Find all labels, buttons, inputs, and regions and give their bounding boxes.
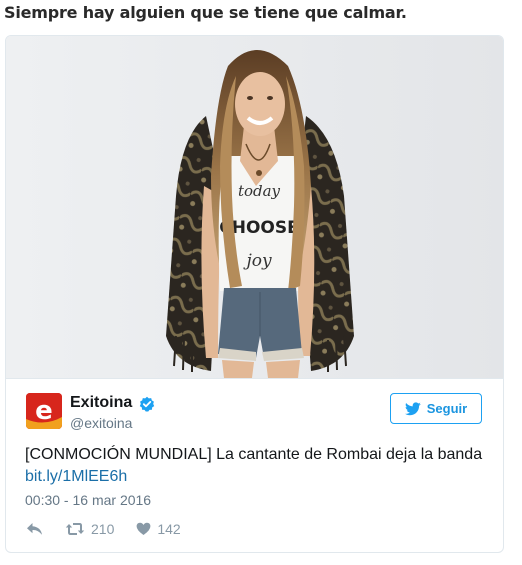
reply-arrow-icon xyxy=(27,523,42,535)
like-count: 142 xyxy=(157,521,181,537)
user-name[interactable]: Exitoina xyxy=(70,394,132,412)
verified-badge-icon xyxy=(139,396,155,412)
user-handle[interactable]: @exitoina xyxy=(70,415,132,431)
retweet-icon xyxy=(65,523,85,535)
tweet-photo[interactable]: today CHOOSE joy xyxy=(6,36,503,379)
follow-label: Seguir xyxy=(426,401,468,416)
tweet-text: [CONMOCIÓN MUNDIAL] La cantante de Romba… xyxy=(25,446,483,463)
heart-icon xyxy=(136,522,151,535)
tweet-timestamp[interactable]: 00:30 - 16 mar 2016 xyxy=(25,492,151,508)
reply-button[interactable] xyxy=(26,522,43,536)
follow-button[interactable]: Seguir xyxy=(390,393,482,424)
shirt-print-line-3: joy xyxy=(242,251,272,271)
twitter-bird-icon xyxy=(404,401,421,415)
tweet-body: [CONMOCIÓN MUNDIAL] La cantante de Romba… xyxy=(25,444,495,488)
tweet-link[interactable]: bit.ly/1MlEE6h xyxy=(25,466,127,488)
shirt-print-line-1: today xyxy=(238,182,281,200)
avatar[interactable]: e xyxy=(26,393,62,429)
retweet-button[interactable]: 210 xyxy=(65,521,114,537)
like-button[interactable]: 142 xyxy=(136,521,181,537)
retweet-count: 210 xyxy=(91,521,115,537)
post-headline: Siempre hay alguien que se tiene que cal… xyxy=(4,3,407,22)
avatar-letter: e xyxy=(35,396,53,426)
embedded-tweet-card[interactable]: today CHOOSE joy e Exitoina @exitoina Se… xyxy=(5,35,504,553)
tweet-actions: 210 142 xyxy=(26,520,181,538)
